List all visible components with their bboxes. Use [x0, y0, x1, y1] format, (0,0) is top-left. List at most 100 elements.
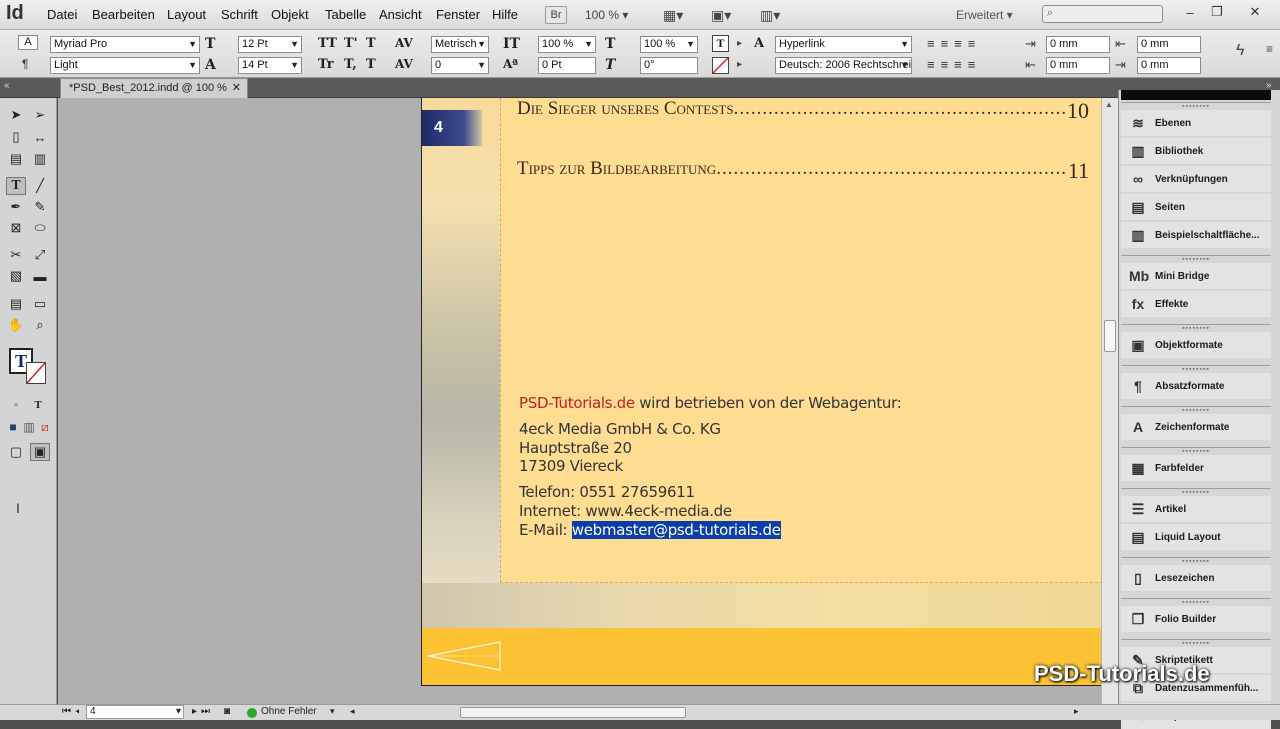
toc-entry[interactable]: Die Sieger unseres Contests ............… — [517, 98, 1089, 124]
panel-group-grip[interactable]: ▪▪▪▪▪▪▪▪ — [1121, 365, 1271, 373]
minimize-button[interactable]: – — [1178, 2, 1202, 22]
character-style-select[interactable]: Hyperlink ▼ — [775, 36, 912, 53]
menu-layout[interactable]: Layout — [167, 7, 206, 22]
panel-item-links[interactable]: ∞ Verknüpfungen — [1121, 166, 1271, 192]
last-line-indent-field[interactable]: 0 mm — [1137, 57, 1201, 74]
menu-schrift[interactable]: Schrift — [221, 7, 258, 22]
panel-item-pages[interactable]: ▤ Seiten — [1121, 194, 1271, 220]
scroll-right-icon[interactable]: ▸ — [1074, 706, 1079, 717]
panel-item-paragraph-styles[interactable]: ¶ Absatzformate — [1121, 373, 1271, 399]
panel-group-grip[interactable]: ▪▪▪▪▪▪▪▪ — [1121, 447, 1271, 455]
scroll-left-icon[interactable]: ◂ — [350, 706, 355, 717]
panel-item-effects[interactable]: fx Effekte — [1121, 291, 1271, 317]
street-address[interactable]: Hauptstraße 20 — [519, 439, 632, 457]
gradient-swatch-tool-icon[interactable]: ▧ — [6, 267, 26, 285]
vertical-scrollbar[interactable]: ▲ — [1101, 98, 1118, 704]
email-selected-text[interactable]: webmaster@psd-tutorials.de — [571, 521, 781, 539]
pen-tool-icon[interactable]: ✒ — [6, 198, 26, 216]
panel-item-folio-builder[interactable]: ❐ Folio Builder — [1121, 606, 1271, 632]
panel-group-grip[interactable]: ▪▪▪▪▪▪▪▪ — [1121, 324, 1271, 332]
panel-item-character-styles[interactable]: A Zeichenformate — [1121, 414, 1271, 440]
line-tool-icon[interactable]: ╱ — [30, 177, 50, 195]
workspace-switcher[interactable]: Erweitert ▾ — [956, 8, 1013, 22]
content-collector-icon[interactable]: ▤ — [6, 150, 26, 168]
superscript-icon[interactable]: T' — [344, 36, 358, 51]
panel-item-mini-bridge[interactable]: Mb Mini Bridge — [1121, 263, 1271, 289]
subscript-icon[interactable]: T, — [344, 57, 357, 72]
gradient-feather-tool-icon[interactable]: ▬ — [30, 267, 50, 285]
page-number-field[interactable]: 4 ▾ — [86, 705, 184, 719]
panel-item-layers[interactable]: ≋ Ebenen — [1121, 110, 1271, 136]
panel-item-library[interactable]: ▥ Bibliothek — [1121, 138, 1271, 164]
right-indent-field[interactable]: 0 mm — [1137, 36, 1201, 53]
note-tool-icon[interactable]: ▤ — [6, 295, 26, 313]
panel-group-grip[interactable]: ▪▪▪▪▪▪▪▪ — [1121, 255, 1271, 263]
left-indent-field[interactable]: 0 mm — [1046, 36, 1110, 53]
vertical-scale-field[interactable]: 100 % ▼ — [538, 36, 596, 53]
panel-group-grip[interactable]: ▪▪▪▪▪▪▪▪ — [1121, 406, 1271, 414]
bridge-button[interactable]: Br — [545, 6, 567, 24]
type-tool-icon[interactable]: T — [6, 177, 26, 195]
panel-item-object-styles[interactable]: ▣ Objektformate — [1121, 332, 1271, 358]
first-line-indent-field[interactable]: 0 mm — [1046, 57, 1110, 74]
skew-field[interactable]: 0° — [640, 57, 698, 74]
underline-icon[interactable]: T — [366, 36, 376, 51]
zoom-tool-icon[interactable]: ⌕ — [30, 316, 50, 334]
tracking-field[interactable]: 0 ▼ — [431, 57, 489, 74]
font-size-field[interactable]: 12 Pt ▼ — [238, 36, 302, 53]
email-line[interactable]: E-Mail: webmaster@psd-tutorials.de — [519, 521, 781, 539]
normal-view-icon[interactable]: ▢ — [6, 443, 26, 461]
search-input[interactable]: ⌕ — [1042, 5, 1163, 23]
toc-entry[interactable]: Tipps zur Bildbearbeitung ..............… — [517, 158, 1089, 184]
strikethrough-icon[interactable]: T — [366, 57, 376, 72]
phone-line[interactable]: Telefon: 0551 27659611 — [519, 483, 695, 501]
company-name[interactable]: 4eck Media GmbH & Co. KG — [519, 420, 721, 438]
horizontal-scroll-thumb[interactable] — [460, 707, 686, 718]
collapse-toolbox-icon[interactable]: « — [4, 80, 10, 91]
horizontal-scale-field[interactable]: 100 % ▼ — [640, 36, 698, 53]
close-tab-icon[interactable]: ✕ — [232, 79, 241, 98]
panel-group-grip[interactable]: ▪▪▪▪▪▪▪▪ — [1121, 102, 1271, 110]
panel-group-grip[interactable]: ▪▪▪▪▪▪▪▪ — [1121, 598, 1271, 606]
menu-tabelle[interactable]: Tabelle — [325, 7, 366, 22]
ellipse-tool-icon[interactable]: ⬭ — [30, 219, 50, 237]
lightning-icon[interactable]: ϟ — [1236, 42, 1244, 60]
panel-item-sample-buttons[interactable]: ▥ Beispielschaltfläche... — [1121, 222, 1271, 248]
leading-field[interactable]: 14 Pt ▼ — [238, 57, 302, 74]
arrange-documents-icon[interactable]: ▥▾ — [760, 7, 780, 24]
document-tab[interactable]: *PSD_Best_2012.indd @ 100 % ✕ — [60, 78, 248, 98]
no-stroke-icon[interactable] — [712, 57, 729, 74]
first-page-icon[interactable]: ⏮◂ — [62, 706, 84, 717]
stroke-swatch-icon[interactable] — [26, 362, 46, 384]
panel-item-articles[interactable]: ☰ Artikel — [1121, 496, 1271, 522]
small-caps-icon[interactable]: Tr — [318, 57, 334, 72]
panel-item-swatches[interactable]: ▦ Farbfelder — [1121, 455, 1271, 481]
content-placer-icon[interactable]: ▥ — [30, 150, 50, 168]
panel-item-bookmarks[interactable]: ▯ Lesezeichen — [1121, 565, 1271, 591]
formatting-container-icon[interactable]: ▫ — [6, 396, 26, 414]
scissors-tool-icon[interactable]: ✂ — [6, 246, 26, 264]
preview-mode-icon[interactable]: ▣ — [30, 443, 50, 461]
baseline-shift-field[interactable]: 0 Pt — [538, 57, 596, 74]
apply-none-icon[interactable]: ⧄ — [35, 418, 55, 436]
font-family-select[interactable]: Myriad Pro ▼ — [50, 36, 200, 53]
justify-buttons[interactable]: ≡≡≡≡ — [927, 57, 981, 72]
screen-mode-icon[interactable]: ▣▾ — [711, 7, 731, 24]
gap-tool-icon[interactable]: ↔ — [30, 128, 50, 146]
page-tool-icon[interactable]: ▯ — [6, 128, 26, 146]
font-style-select[interactable]: Light ▼ — [50, 57, 200, 74]
all-caps-icon[interactable]: TT — [318, 36, 337, 51]
language-select[interactable]: Deutsch: 2006 Rechtschrei ▼ — [775, 57, 912, 74]
city-address[interactable]: 17309 Viereck — [519, 457, 623, 475]
menu-objekt[interactable]: Objekt — [271, 7, 309, 22]
panel-menu-icon[interactable]: ≡ — [1266, 42, 1273, 56]
menu-ansicht[interactable]: Ansicht — [379, 7, 422, 22]
open-page-icon[interactable]: ◙ — [224, 706, 230, 717]
zoom-level[interactable]: 100 % ▾ — [585, 8, 628, 22]
pencil-tool-icon[interactable]: ✎ — [30, 198, 50, 216]
intro-line[interactable]: PSD-Tutorials.de wird betrieben von der … — [519, 394, 902, 412]
character-mode-button[interactable]: A — [18, 35, 38, 50]
view-options-icon[interactable]: ▦▾ — [663, 7, 683, 24]
vertical-scroll-thumb[interactable] — [1104, 320, 1116, 352]
measure-tool-icon[interactable]: ▭ — [30, 295, 50, 313]
